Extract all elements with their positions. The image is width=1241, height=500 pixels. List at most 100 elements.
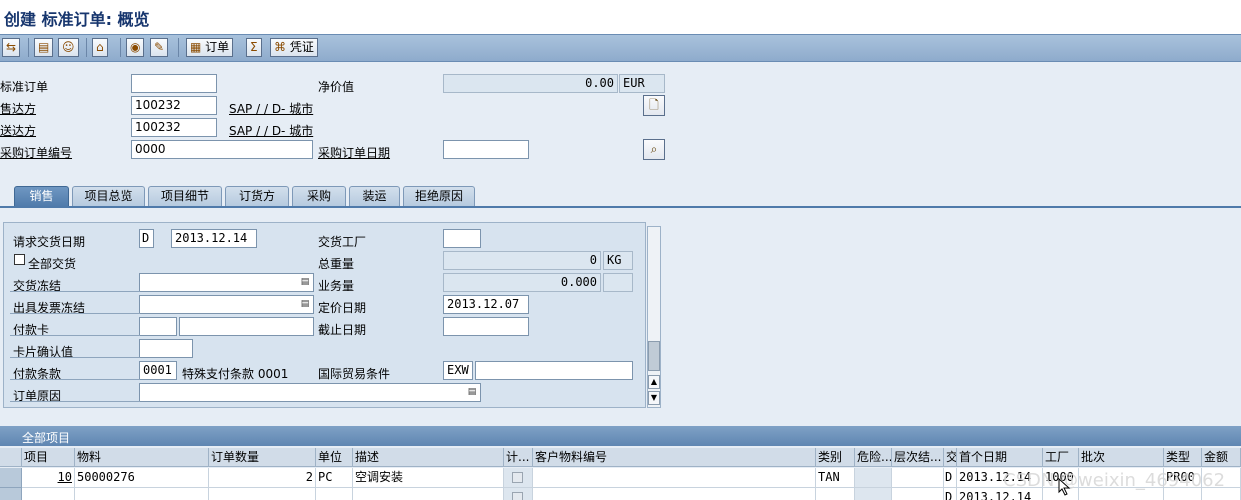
column-header-first-date[interactable]: 首个日期: [957, 448, 1043, 467]
column-header-item[interactable]: 项目: [22, 448, 75, 467]
document-flow-button[interactable]: ⌘ 凭证: [270, 38, 318, 57]
sold-to-field[interactable]: 100232: [131, 96, 217, 115]
column-header-hierarchy[interactable]: 层次结...: [892, 448, 944, 467]
customer-material-cell[interactable]: [533, 468, 816, 488]
edit-button[interactable]: ✎: [150, 38, 169, 57]
dropdown-icon: ▤: [300, 299, 310, 309]
ship-to-description: SAP / / D- 城市: [229, 124, 314, 138]
pricing-icon: ◉: [130, 40, 141, 54]
category-cell[interactable]: [816, 488, 855, 500]
hierarchy-cell[interactable]: [892, 488, 944, 500]
dropdown-icon: ▤: [300, 277, 310, 287]
expiry-date-field[interactable]: [443, 317, 529, 336]
delivery-block-dropdown[interactable]: [139, 273, 314, 292]
material-cell[interactable]: 50000276: [75, 468, 209, 488]
delivery-cell[interactable]: D: [944, 468, 957, 488]
std-order-field[interactable]: [131, 74, 217, 93]
column-header-customer-material[interactable]: 客户物料编号: [533, 448, 816, 467]
delivering-plant-field[interactable]: [443, 229, 481, 248]
hierarchy-cell[interactable]: [892, 468, 944, 488]
tab-item-detail[interactable]: 项目细节: [148, 186, 222, 207]
flow-icon: ⌘: [274, 40, 286, 54]
calc-checkbox-cell[interactable]: [504, 468, 533, 488]
toolbar-separator: [120, 38, 121, 57]
tab-ordering-party[interactable]: 订货方: [225, 186, 289, 207]
item-number-cell[interactable]: [22, 488, 75, 500]
material-cell[interactable]: [75, 488, 209, 500]
display-change-button[interactable]: ⇆: [2, 38, 21, 57]
calculator-button[interactable]: Σ: [246, 38, 262, 57]
column-header-order-qty[interactable]: 订单数量: [209, 448, 316, 467]
row-selector[interactable]: [0, 488, 22, 500]
select-all-column[interactable]: [0, 448, 22, 467]
tab-procurement[interactable]: 采购: [292, 186, 346, 207]
tab-reason-rejection[interactable]: 拒绝原因: [403, 186, 475, 207]
incoterms-field[interactable]: EXW: [443, 361, 473, 380]
po-date-field[interactable]: [443, 140, 529, 159]
payment-card-type-field[interactable]: [139, 317, 177, 336]
column-header-material[interactable]: 物料: [75, 448, 209, 467]
description-cell[interactable]: [353, 488, 504, 500]
items-order-button[interactable]: ▦ 订单: [186, 38, 234, 57]
header-overview-button[interactable]: ⌂: [92, 38, 108, 57]
category-cell[interactable]: TAN: [816, 468, 855, 488]
column-header-description[interactable]: 描述: [353, 448, 504, 467]
delivery-cell[interactable]: D: [944, 488, 957, 500]
order-reason-dropdown[interactable]: [139, 383, 481, 402]
incoterms-location-field[interactable]: [475, 361, 633, 380]
header-details-button[interactable]: ▤: [34, 38, 54, 57]
order-qty-cell[interactable]: 2: [209, 468, 316, 488]
column-header-calc[interactable]: 计...: [504, 448, 533, 467]
column-header-type[interactable]: 类型: [1164, 448, 1202, 467]
billing-block-dropdown[interactable]: [139, 295, 314, 314]
unit-cell[interactable]: [316, 488, 353, 500]
display-po-button[interactable]: ⌕: [643, 139, 665, 160]
pricing-button[interactable]: ◉: [126, 38, 145, 57]
calc-checkbox-cell[interactable]: [504, 488, 533, 500]
label-underline: [10, 357, 140, 358]
total-weight-field: 0: [443, 251, 601, 270]
partner-button[interactable]: ☺: [58, 38, 79, 57]
column-header-batch[interactable]: 批次: [1079, 448, 1164, 467]
column-header-hazard[interactable]: 危险...: [855, 448, 892, 467]
scrollbar-thumb[interactable]: [648, 341, 660, 371]
house-icon: ⌂: [96, 40, 104, 54]
payment-card-number-field[interactable]: [179, 317, 314, 336]
req-delivery-date-field[interactable]: 2013.12.14: [171, 229, 257, 248]
card-verification-field[interactable]: [139, 339, 193, 358]
tab-item-overview[interactable]: 项目总览: [72, 186, 145, 207]
po-number-field[interactable]: 0000: [131, 140, 313, 159]
row-selector[interactable]: [0, 468, 22, 488]
column-header-amount[interactable]: 金额: [1202, 448, 1241, 467]
column-header-category[interactable]: 类别: [816, 448, 855, 467]
pricing-date-field[interactable]: 2013.12.07: [443, 295, 529, 314]
label-underline: [10, 401, 140, 402]
new-document-button[interactable]: 🗋: [643, 95, 665, 116]
tab-sales[interactable]: 销售: [14, 186, 69, 207]
magnifier-icon: ⌕: [650, 142, 658, 156]
delivering-plant-label: 交货工厂: [318, 235, 367, 249]
document-icon: 🗋: [649, 98, 659, 112]
order-qty-cell[interactable]: [209, 488, 316, 500]
panel-scrollbar[interactable]: ▲ ▼: [647, 226, 661, 408]
ship-to-field[interactable]: 100232: [131, 118, 217, 137]
scroll-down-button[interactable]: ▼: [648, 391, 660, 405]
column-header-plant[interactable]: 工厂: [1043, 448, 1079, 467]
scroll-up-button[interactable]: ▲: [648, 375, 660, 389]
ship-to-label: 送达方: [0, 124, 37, 138]
item-number-cell[interactable]: 10: [22, 468, 75, 488]
customer-material-cell[interactable]: [533, 488, 816, 500]
description-cell[interactable]: 空调安装: [353, 468, 504, 488]
tab-shipping[interactable]: 装运: [349, 186, 400, 207]
arrow-up-icon: ▲: [650, 377, 658, 386]
calc-checkbox[interactable]: [512, 472, 523, 483]
payment-terms-field[interactable]: 0001: [139, 361, 177, 380]
column-header-delivery[interactable]: 交: [944, 448, 957, 467]
column-header-unit[interactable]: 单位: [316, 448, 353, 467]
po-number-label: 采购订单编号: [0, 146, 73, 160]
calc-checkbox[interactable]: [512, 492, 523, 500]
req-delivery-date-label: 请求交货日期: [13, 235, 86, 249]
req-delivery-date-type-field[interactable]: D: [139, 229, 154, 248]
unit-cell[interactable]: PC: [316, 468, 353, 488]
complete-delivery-checkbox[interactable]: [14, 254, 25, 265]
